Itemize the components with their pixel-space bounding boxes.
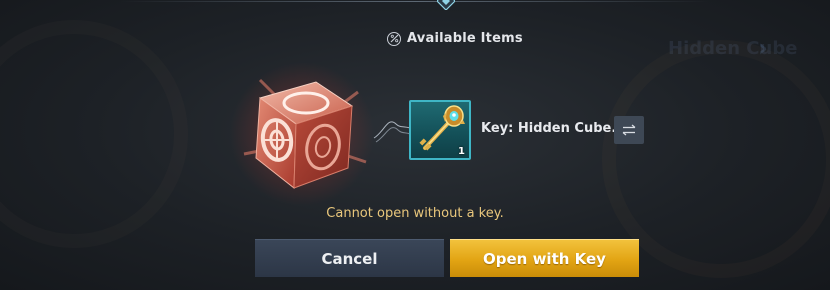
- swap-arrows-icon: [622, 124, 636, 136]
- item-count: 1: [458, 146, 465, 157]
- cancel-button[interactable]: Cancel: [255, 239, 444, 277]
- connector-lines: [373, 121, 411, 143]
- available-items-title: Available Items: [407, 31, 523, 46]
- background-ghost-label: Hidden Cube: [668, 38, 798, 59]
- top-diamond-icon: [437, 0, 455, 10]
- no-key-warning: Cannot open without a key.: [326, 206, 504, 221]
- top-divider: [120, 1, 710, 2]
- key-item-name: Key: Hidden Cube...: [481, 121, 627, 136]
- background-chevron-icon: ›: [758, 34, 768, 62]
- available-items-header: Available Items: [387, 31, 523, 46]
- percent-circle-icon: [387, 31, 401, 46]
- swap-item-button[interactable]: [614, 116, 644, 144]
- open-with-key-button[interactable]: Open with Key: [450, 239, 639, 277]
- hidden-cube-icon: [230, 62, 374, 206]
- key-item-slot[interactable]: 1: [409, 100, 471, 160]
